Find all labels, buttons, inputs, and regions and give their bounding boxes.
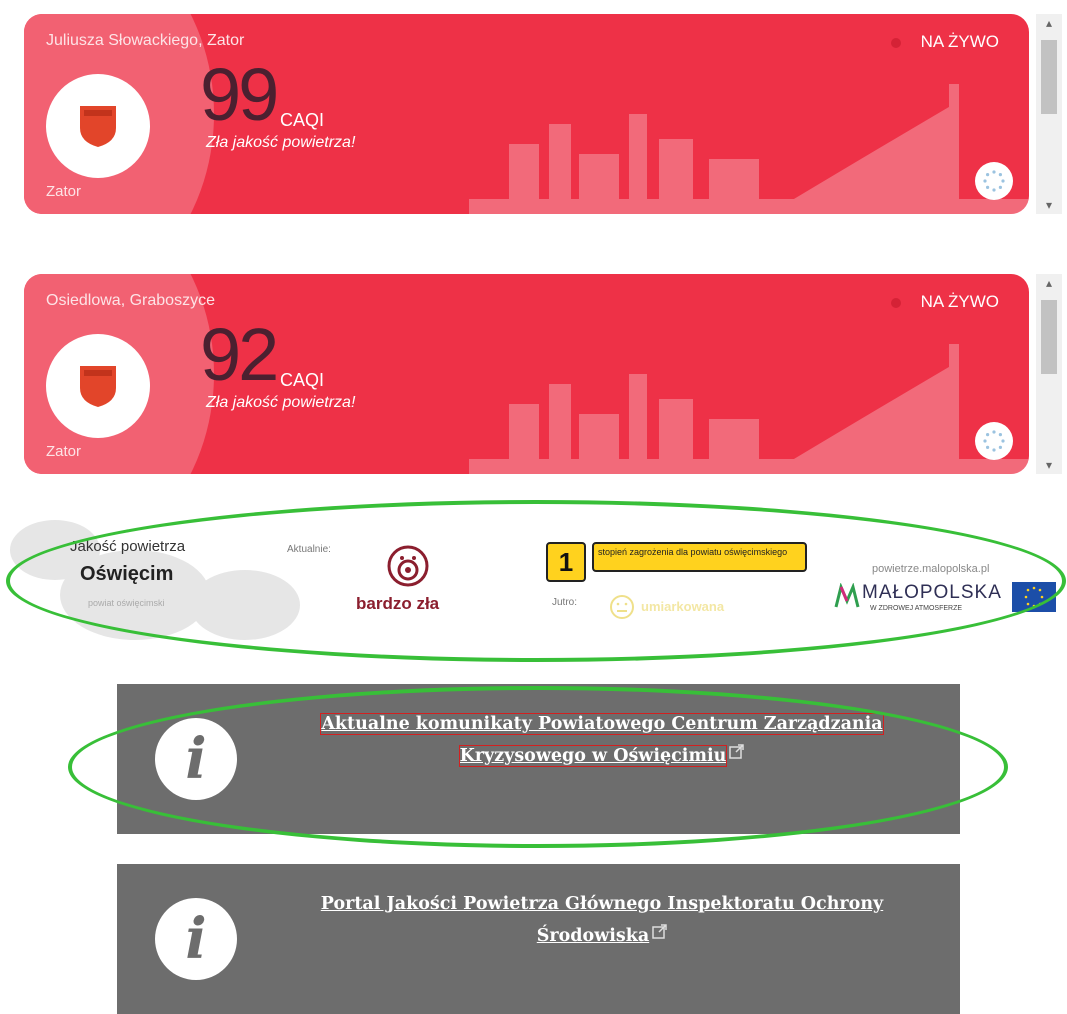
refresh-spinner-icon: [983, 430, 1005, 452]
logo-name: MAŁOPOLSKA: [862, 582, 1002, 603]
face-icon: [387, 545, 429, 587]
station-name: Juliusza Słowackiego, Zator: [46, 32, 245, 49]
coat-of-arms-icon: [80, 366, 116, 407]
station-name: Osiedlowa, Graboszyce: [46, 292, 215, 309]
threat-level-text: stopień zagrożenia dla powiatu oświęcims…: [592, 542, 807, 572]
info-box-text: Portal Jakości Powietrza Głównego Inspek…: [277, 888, 927, 952]
live-label: NA ŻYWO: [920, 292, 999, 311]
gios-portal-link[interactable]: Portal Jakości Powietrza Głównego Inspek…: [321, 894, 883, 946]
card-scrollbar[interactable]: ▴ ▾: [1036, 274, 1062, 474]
aq-card[interactable]: Osiedlowa, Graboszyce 92 CAQI Zła jakość…: [24, 274, 1029, 474]
tomorrow-value: umiarkowana: [641, 599, 725, 614]
banner-city: Oświęcim: [80, 563, 174, 585]
malopolska-logo-icon: [834, 583, 860, 608]
city-name: Zator: [46, 183, 82, 200]
live-dot: [891, 38, 901, 48]
crisis-centre-link[interactable]: Aktualne komunikaty Powiatowego Centrum …: [320, 713, 884, 767]
banner-url[interactable]: powietrze.malopolska.pl: [872, 563, 989, 575]
coat-circle: [46, 334, 150, 438]
face-icon: [610, 595, 634, 619]
refresh-spinner-icon: [983, 170, 1005, 192]
info-box-text: Aktualne komunikaty Powiatowego Centrum …: [277, 708, 927, 772]
caqi-value: 99: [200, 53, 279, 136]
cloud-shape: [190, 570, 300, 640]
caqi-unit: CAQI: [280, 110, 325, 130]
info-icon: i: [155, 898, 237, 980]
city-skyline-icon: [469, 84, 1029, 214]
threat-level-number: 1: [546, 542, 586, 582]
scroll-up-arrow[interactable]: ▴: [1036, 14, 1062, 32]
scroll-down-arrow[interactable]: ▾: [1036, 456, 1062, 474]
tomorrow-label: Jutro:: [552, 597, 578, 608]
coat-of-arms-icon: [80, 106, 116, 147]
external-link-icon: [652, 924, 667, 939]
info-box-crisis[interactable]: i Aktualne komunikaty Powiatowego Centru…: [117, 684, 960, 834]
live-dot: [891, 298, 901, 308]
refresh-button[interactable]: [975, 422, 1013, 460]
card-scrollbar[interactable]: ▴ ▾: [1036, 14, 1062, 214]
aq-widget-1: Juliusza Słowackiego, Zator 99 CAQI Zła …: [24, 14, 1067, 214]
scroll-up-arrow[interactable]: ▴: [1036, 274, 1062, 292]
scroll-down-arrow[interactable]: ▾: [1036, 196, 1062, 214]
logo-subtitle: W ZDROWEJ ATMOSFERZE: [870, 605, 963, 612]
banner-title: Jakość powietrza: [70, 538, 186, 555]
quality-description: Zła jakość powietrza!: [206, 134, 356, 151]
coat-circle: [46, 74, 150, 178]
now-value: bardzo zła: [356, 594, 440, 613]
scroll-thumb[interactable]: [1041, 300, 1057, 374]
now-label: Aktualnie:: [287, 544, 331, 555]
city-skyline-icon: [469, 344, 1029, 474]
quality-description: Zła jakość powietrza!: [206, 394, 356, 411]
external-link-icon: [729, 744, 745, 759]
banner-county: powiat oświęcimski: [88, 598, 165, 608]
caqi-unit: CAQI: [280, 370, 325, 390]
refresh-button[interactable]: [975, 162, 1013, 200]
eu-flag-icon: [1012, 582, 1056, 612]
aq-card[interactable]: Juliusza Słowackiego, Zator 99 CAQI Zła …: [24, 14, 1029, 214]
city-name: Zator: [46, 443, 82, 460]
info-icon: i: [155, 718, 237, 800]
info-box-gios[interactable]: i Portal Jakości Powietrza Głównego Insp…: [117, 864, 960, 1014]
scroll-thumb[interactable]: [1041, 40, 1057, 114]
aq-widget-2: Osiedlowa, Graboszyce 92 CAQI Zła jakość…: [24, 274, 1067, 474]
live-label: NA ŻYWO: [920, 32, 999, 51]
caqi-value: 92: [200, 313, 279, 396]
